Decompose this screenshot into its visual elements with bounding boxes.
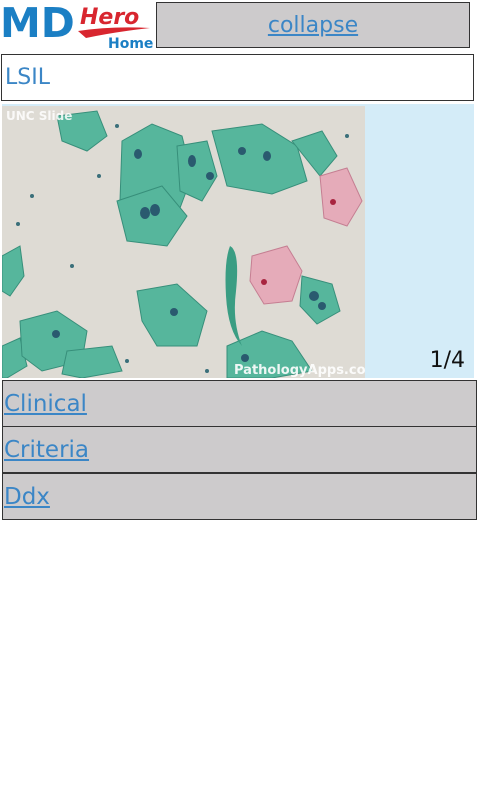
image-counter: 1/4: [429, 348, 465, 373]
slide-image-viewer[interactable]: UNC Slide PathologyApps.com 1/4: [2, 104, 474, 378]
section-criteria-link[interactable]: Criteria: [2, 426, 477, 473]
logo-md-text: MD: [0, 0, 75, 47]
logo-hero-text: Hero: [80, 5, 139, 30]
cytology-slide-image[interactable]: UNC Slide PathologyApps.com: [2, 106, 365, 378]
diagnosis-title: LSIL: [1, 54, 474, 101]
slide-watermark-top: UNC Slide: [6, 109, 72, 123]
mdhero-home-logo[interactable]: MD Hero Home: [0, 0, 154, 52]
logo-home-text: Home: [108, 36, 153, 52]
collapse-button[interactable]: collapse: [156, 2, 470, 48]
section-clinical-link[interactable]: Clinical: [2, 380, 477, 427]
section-ddx-link[interactable]: Ddx: [2, 473, 477, 520]
slide-watermark-bottom: PathologyApps.com: [234, 363, 365, 378]
